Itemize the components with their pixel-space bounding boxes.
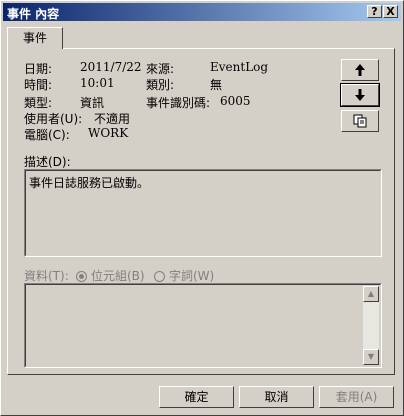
user-label: 使用者(U): [24,112,83,126]
description-text: 事件日誌服務已啟動。 [29,176,150,190]
arrow-down-icon [355,89,365,101]
computer-value: WORK [88,126,129,140]
apply-button: 套用(A) [319,386,394,408]
type-value: 資訊 [80,96,105,110]
bytes-radio-label: 位元組(B) [91,269,145,283]
time-value: 10:01 [80,76,115,90]
words-radio: 字詞(W) [154,267,214,284]
event-id-label: 事件識別碼: [146,96,211,110]
words-radio-indicator [154,271,165,282]
tab-event[interactable]: 事件 [7,27,63,49]
cancel-button[interactable]: 取消 [239,386,314,408]
scroll-up-button: ▲ [363,286,379,302]
category-label: 類別: [146,78,175,92]
ok-button[interactable]: 確定 [159,386,234,408]
data-label: 資料(T): [24,269,69,283]
time-label: 時間: [24,78,53,92]
previous-event-button[interactable] [341,59,379,81]
description-label: 描述(D): [24,155,71,169]
copy-button[interactable] [341,110,379,132]
data-scrollbar: ▲ ▼ [363,286,379,365]
window-title: 事件 內容 [7,7,60,21]
arrow-up-icon [355,64,365,76]
user-value: 不適用 [94,112,131,126]
category-value: 無 [210,78,223,92]
description-box[interactable]: 事件日誌服務已啟動。 [24,169,382,257]
source-value: EventLog [210,60,269,74]
date-value: 2011/7/22 [80,60,142,74]
date-label: 日期: [24,62,53,76]
event-id-value: 6005 [220,94,251,108]
scroll-down-button: ▼ [363,349,379,365]
computer-label: 電腦(C): [24,128,70,142]
event-tab-panel: 日期: 2011/7/22 時間: 10:01 類型: 資訊 使用者(U): 不… [7,48,395,375]
data-box: ▲ ▼ [24,283,382,368]
words-radio-label: 字詞(W) [169,269,215,283]
event-properties-window: 事件 內容 ? X 事件 日期: 2011/7/22 時間: 10:01 類型:… [0,0,404,416]
source-label: 來源: [146,62,175,76]
bytes-radio-indicator [76,271,87,282]
close-button[interactable]: X [383,5,398,18]
next-event-button[interactable] [340,83,380,107]
help-button[interactable]: ? [367,5,382,18]
bytes-radio: 位元組(B) [76,267,145,284]
copy-icon [353,114,367,128]
type-label: 類型: [24,96,53,110]
title-bar: 事件 內容 ? X [3,3,401,21]
